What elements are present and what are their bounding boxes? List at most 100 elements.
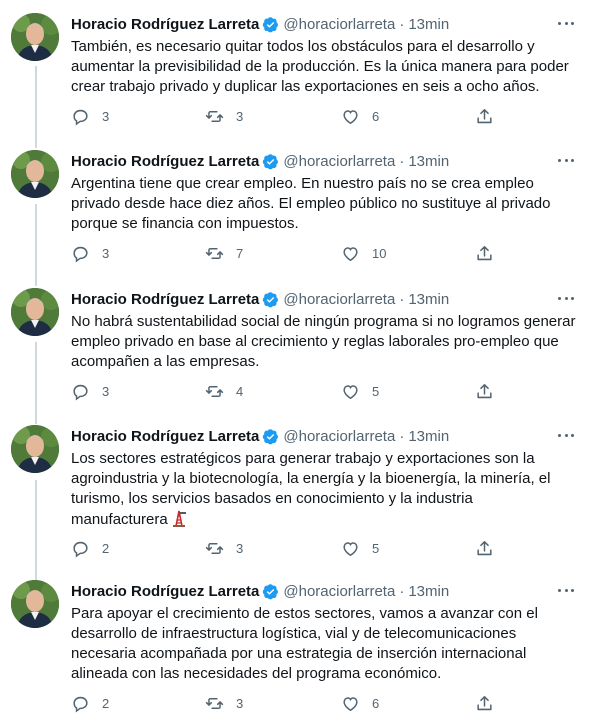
reply-icon	[73, 696, 88, 713]
tweet-text-line: acompañen a las empresas.	[71, 353, 260, 370]
tweet-text-line: No habrá sustentabilidad social de ningú…	[71, 313, 576, 330]
tweet[interactable]: Horacio Rodríguez Larreta @horaciorlarre…	[0, 288, 589, 408]
timestamp[interactable]: 13min	[408, 291, 449, 308]
reply-count: 3	[102, 383, 110, 399]
share-icon	[477, 695, 492, 710]
author-name[interactable]: Horacio Rodríguez Larreta	[71, 583, 259, 600]
share-button[interactable]	[475, 537, 494, 559]
reply-icon	[73, 109, 88, 126]
tweet-text-fragment: manufacturera	[71, 511, 168, 528]
reply-button[interactable]: 3	[71, 242, 109, 264]
author-handle[interactable]: @horaciorlarreta	[283, 16, 395, 33]
reply-count: 2	[102, 540, 110, 556]
tweet-actions: 3 7 10	[71, 242, 501, 264]
more-icon[interactable]	[556, 150, 576, 170]
retweet-button[interactable]: 7	[205, 242, 243, 264]
tweet-text-line: necesaria acompañada por una estrategia …	[71, 645, 527, 662]
reply-button[interactable]: 2	[71, 692, 109, 714]
tweet[interactable]: Horacio Rodríguez Larreta @horaciorlarre…	[0, 13, 589, 133]
tweet[interactable]: Horacio Rodríguez Larreta @horaciorlarre…	[0, 150, 589, 270]
author-name[interactable]: Horacio Rodríguez Larreta	[71, 16, 259, 33]
verified-badge-icon	[263, 16, 279, 32]
tweet-text-line: También, es necesario quitar todos los o…	[71, 38, 535, 55]
verified-badge-icon	[263, 583, 279, 599]
like-button[interactable]: 6	[341, 105, 379, 127]
avatar[interactable]	[11, 150, 59, 198]
timestamp[interactable]: 13min	[408, 428, 449, 445]
author-name[interactable]: Horacio Rodríguez Larreta	[71, 291, 259, 308]
share-icon	[477, 108, 492, 123]
share-button[interactable]	[475, 692, 494, 714]
author-name[interactable]: Horacio Rodríguez Larreta	[71, 428, 259, 445]
like-button[interactable]: 5	[341, 537, 379, 559]
author-name[interactable]: Horacio Rodríguez Larreta	[71, 153, 259, 170]
author-handle[interactable]: @horaciorlarreta	[283, 291, 395, 308]
like-icon	[343, 246, 358, 261]
tweet-actions: 3 3 6	[71, 105, 501, 127]
avatar[interactable]	[11, 425, 59, 473]
tweet-text-line: manufacturera	[71, 509, 576, 530]
tweet-thread: Horacio Rodríguez Larreta @horaciorlarre…	[0, 0, 589, 719]
tweet-header: Horacio Rodríguez Larreta @horaciorlarre…	[71, 288, 576, 310]
retweet-count: 3	[236, 540, 244, 556]
more-icon[interactable]	[556, 288, 576, 308]
share-button[interactable]	[475, 105, 494, 127]
tweet[interactable]: Horacio Rodríguez Larreta @horaciorlarre…	[0, 425, 589, 565]
retweet-icon	[205, 542, 224, 554]
tweet-header: Horacio Rodríguez Larreta @horaciorlarre…	[71, 13, 576, 35]
more-icon[interactable]	[556, 580, 576, 600]
reply-button[interactable]: 3	[71, 380, 109, 402]
avatar[interactable]	[11, 580, 59, 628]
like-count: 5	[372, 383, 380, 399]
like-count: 6	[372, 695, 380, 711]
author-handle[interactable]: @horaciorlarreta	[283, 153, 395, 170]
retweet-icon	[205, 247, 224, 259]
verified-badge-icon	[263, 428, 279, 444]
like-button[interactable]: 6	[341, 692, 379, 714]
tweet-text-line: Argentina tiene que crear empleo. En nue…	[71, 175, 534, 192]
tweet-actions: 3 4 5	[71, 380, 501, 402]
avatar[interactable]	[11, 288, 59, 336]
like-button[interactable]: 10	[341, 242, 386, 264]
verified-badge-icon	[263, 153, 279, 169]
like-button[interactable]: 5	[341, 380, 379, 402]
share-button[interactable]	[475, 242, 494, 264]
reply-count: 3	[102, 108, 110, 124]
retweet-button[interactable]: 3	[205, 692, 243, 714]
separator-dot: ·	[399, 15, 405, 33]
author-handle[interactable]: @horaciorlarreta	[283, 428, 395, 445]
like-count: 6	[372, 108, 380, 124]
tweet-text-line: desarrollo de infraestructura logística,…	[71, 625, 517, 642]
tweet-text-line: alineada con las necesidades del program…	[71, 665, 442, 682]
retweet-button[interactable]: 3	[205, 105, 243, 127]
more-icon[interactable]	[556, 13, 576, 33]
share-icon	[477, 383, 492, 398]
tweet-text: Para apoyar el crecimiento de estos sect…	[71, 604, 576, 684]
avatar[interactable]	[11, 13, 59, 61]
tweet-text-line: crear trabajo privado y duplicar las exp…	[71, 78, 540, 95]
retweet-count: 4	[236, 383, 244, 399]
more-icon[interactable]	[556, 425, 576, 445]
separator-dot: ·	[399, 427, 405, 445]
verified-badge-icon	[263, 291, 279, 307]
tweet-text-line: aumentar la previsibilidad de la producc…	[71, 58, 569, 75]
retweet-button[interactable]: 3	[205, 537, 243, 559]
reply-count: 2	[102, 695, 110, 711]
reply-icon	[73, 384, 88, 401]
reply-button[interactable]: 3	[71, 105, 109, 127]
reply-button[interactable]: 2	[71, 537, 109, 559]
author-handle[interactable]: @horaciorlarreta	[283, 583, 395, 600]
tweet-text-line: porque se financia con impuestos.	[71, 215, 299, 232]
retweet-icon	[205, 110, 224, 122]
timestamp[interactable]: 13min	[408, 16, 449, 33]
timestamp[interactable]: 13min	[408, 153, 449, 170]
retweet-button[interactable]: 4	[205, 380, 243, 402]
tweet[interactable]: Horacio Rodríguez Larreta @horaciorlarre…	[0, 580, 589, 715]
share-button[interactable]	[475, 380, 494, 402]
tweet-actions: 2 3 6	[71, 692, 501, 714]
tweet-header: Horacio Rodríguez Larreta @horaciorlarre…	[71, 580, 576, 602]
timestamp[interactable]: 13min	[408, 583, 449, 600]
retweet-count: 3	[236, 108, 244, 124]
tweet-text: Los sectores estratégicos para generar t…	[71, 449, 576, 530]
tweet-text-line: Para apoyar el crecimiento de estos sect…	[71, 605, 538, 622]
